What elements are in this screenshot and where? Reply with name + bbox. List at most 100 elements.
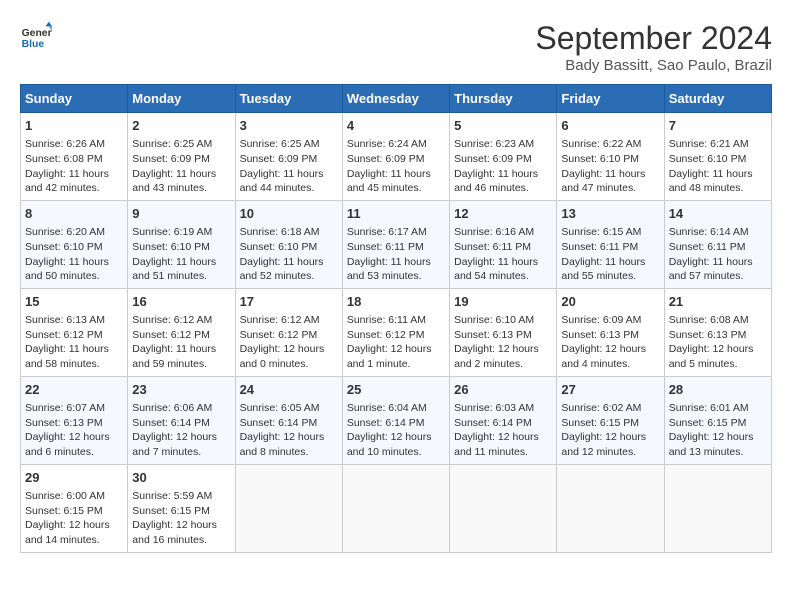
weekday-thursday: Thursday (450, 85, 557, 113)
calendar-cell: 3Sunrise: 6:25 AMSunset: 6:09 PMDaylight… (235, 113, 342, 201)
calendar-cell: 6Sunrise: 6:22 AMSunset: 6:10 PMDaylight… (557, 113, 664, 201)
day-info-line: Daylight: 11 hours (347, 255, 445, 270)
calendar-cell: 9Sunrise: 6:19 AMSunset: 6:10 PMDaylight… (128, 200, 235, 288)
day-info-line: Sunrise: 6:10 AM (454, 313, 552, 328)
calendar-cell: 4Sunrise: 6:24 AMSunset: 6:09 PMDaylight… (342, 113, 449, 201)
day-info-line: and 10 minutes. (347, 445, 445, 460)
day-info-line: and 57 minutes. (669, 269, 767, 284)
day-info-line: Sunrise: 6:25 AM (132, 137, 230, 152)
page-title: September 2024 (535, 20, 772, 57)
day-info-line: Sunset: 6:13 PM (561, 328, 659, 343)
week-row-5: 29Sunrise: 6:00 AMSunset: 6:15 PMDayligh… (21, 464, 772, 552)
week-row-2: 8Sunrise: 6:20 AMSunset: 6:10 PMDaylight… (21, 200, 772, 288)
day-info-line: Sunset: 6:14 PM (240, 416, 338, 431)
day-info-line: Daylight: 11 hours (561, 255, 659, 270)
day-number: 16 (132, 293, 230, 311)
day-number: 28 (669, 381, 767, 399)
day-info-line: Sunrise: 6:00 AM (25, 489, 123, 504)
day-info-line: Sunset: 6:13 PM (669, 328, 767, 343)
day-number: 3 (240, 117, 338, 135)
day-number: 20 (561, 293, 659, 311)
day-number: 4 (347, 117, 445, 135)
day-info-line: Daylight: 12 hours (561, 342, 659, 357)
day-info-line: Sunset: 6:10 PM (25, 240, 123, 255)
day-number: 21 (669, 293, 767, 311)
day-number: 14 (669, 205, 767, 223)
day-info-line: Sunrise: 6:09 AM (561, 313, 659, 328)
day-info-line: Sunset: 6:09 PM (347, 152, 445, 167)
week-row-4: 22Sunrise: 6:07 AMSunset: 6:13 PMDayligh… (21, 376, 772, 464)
day-info-line: and 14 minutes. (25, 533, 123, 548)
day-info-line: and 43 minutes. (132, 181, 230, 196)
day-info-line: Daylight: 12 hours (669, 342, 767, 357)
day-info-line: Sunrise: 6:17 AM (347, 225, 445, 240)
day-info-line: Sunrise: 6:07 AM (25, 401, 123, 416)
weekday-sunday: Sunday (21, 85, 128, 113)
day-info-line: Sunset: 6:10 PM (132, 240, 230, 255)
day-info-line: Sunrise: 6:12 AM (240, 313, 338, 328)
day-info-line: Sunset: 6:12 PM (25, 328, 123, 343)
day-number: 1 (25, 117, 123, 135)
day-info-line: Sunrise: 6:20 AM (25, 225, 123, 240)
day-info-line: Sunrise: 6:23 AM (454, 137, 552, 152)
day-number: 23 (132, 381, 230, 399)
day-info-line: Daylight: 11 hours (561, 167, 659, 182)
day-number: 19 (454, 293, 552, 311)
day-info-line: Sunrise: 6:12 AM (132, 313, 230, 328)
calendar-cell: 20 Sunrise: 6:09 AMSunset: 6:13 PMDayligh… (557, 288, 664, 376)
calendar-cell (557, 464, 664, 552)
day-info-line: Daylight: 12 hours (132, 430, 230, 445)
calendar-cell (235, 464, 342, 552)
day-info-line: Daylight: 11 hours (454, 255, 552, 270)
day-info-line: Sunrise: 6:16 AM (454, 225, 552, 240)
day-info-line: and 1 minute. (347, 357, 445, 372)
day-info-line: Sunrise: 6:06 AM (132, 401, 230, 416)
day-info-line: Sunset: 6:11 PM (454, 240, 552, 255)
day-info-line: Sunset: 6:10 PM (240, 240, 338, 255)
day-number: 9 (132, 205, 230, 223)
day-info-line: and 42 minutes. (25, 181, 123, 196)
day-info-line: and 59 minutes. (132, 357, 230, 372)
day-number: 11 (347, 205, 445, 223)
day-info-line: Sunset: 6:14 PM (347, 416, 445, 431)
weekday-wednesday: Wednesday (342, 85, 449, 113)
day-info-line: and 47 minutes. (561, 181, 659, 196)
day-info-line: and 48 minutes. (669, 181, 767, 196)
day-info-line: and 44 minutes. (240, 181, 338, 196)
page-subtitle: Bady Bassitt, Sao Paulo, Brazil (535, 57, 772, 74)
calendar-cell: 24Sunrise: 6:05 AMSunset: 6:14 PMDayligh… (235, 376, 342, 464)
page-header: General Blue September 2024 Bady Bassitt… (20, 20, 772, 74)
day-info-line: and 4 minutes. (561, 357, 659, 372)
day-number: 7 (669, 117, 767, 135)
calendar-cell: 17Sunrise: 6:12 AMSunset: 6:12 PMDayligh… (235, 288, 342, 376)
calendar-cell: 8Sunrise: 6:20 AMSunset: 6:10 PMDaylight… (21, 200, 128, 288)
calendar-cell: 2Sunrise: 6:25 AMSunset: 6:09 PMDaylight… (128, 113, 235, 201)
day-info-line: Sunset: 6:12 PM (240, 328, 338, 343)
svg-text:General: General (22, 28, 52, 39)
calendar-cell: 14Sunrise: 6:14 AMSunset: 6:11 PMDayligh… (664, 200, 771, 288)
day-info-line: Sunrise: 6:08 AM (669, 313, 767, 328)
day-info-line: Daylight: 11 hours (132, 167, 230, 182)
day-info-line: Daylight: 12 hours (240, 430, 338, 445)
calendar-body: 1Sunrise: 6:26 AMSunset: 6:08 PMDaylight… (21, 113, 772, 553)
day-info-line: Daylight: 12 hours (347, 342, 445, 357)
calendar-cell: 10Sunrise: 6:18 AMSunset: 6:10 PMDayligh… (235, 200, 342, 288)
day-info-line: and 11 minutes. (454, 445, 552, 460)
calendar-cell: 29Sunrise: 6:00 AMSunset: 6:15 PMDayligh… (21, 464, 128, 552)
day-info-line: Sunrise: 6:02 AM (561, 401, 659, 416)
svg-text:Blue: Blue (22, 39, 45, 50)
day-info-line: Sunrise: 6:25 AM (240, 137, 338, 152)
calendar-cell: 15Sunrise: 6:13 AMSunset: 6:12 PMDayligh… (21, 288, 128, 376)
day-info-line: Sunset: 6:12 PM (347, 328, 445, 343)
day-info-line: and 13 minutes. (669, 445, 767, 460)
week-row-3: 15Sunrise: 6:13 AMSunset: 6:12 PMDayligh… (21, 288, 772, 376)
day-info-line: Daylight: 12 hours (454, 342, 552, 357)
calendar-cell: 25Sunrise: 6:04 AMSunset: 6:14 PMDayligh… (342, 376, 449, 464)
day-info-line: Sunset: 6:12 PM (132, 328, 230, 343)
calendar-cell: 5Sunrise: 6:23 AMSunset: 6:09 PMDaylight… (450, 113, 557, 201)
day-info-line: Sunrise: 6:05 AM (240, 401, 338, 416)
day-info-line: Sunset: 6:10 PM (561, 152, 659, 167)
day-info-line: Daylight: 11 hours (347, 167, 445, 182)
day-info-line: Sunrise: 6:22 AM (561, 137, 659, 152)
day-number: 15 (25, 293, 123, 311)
